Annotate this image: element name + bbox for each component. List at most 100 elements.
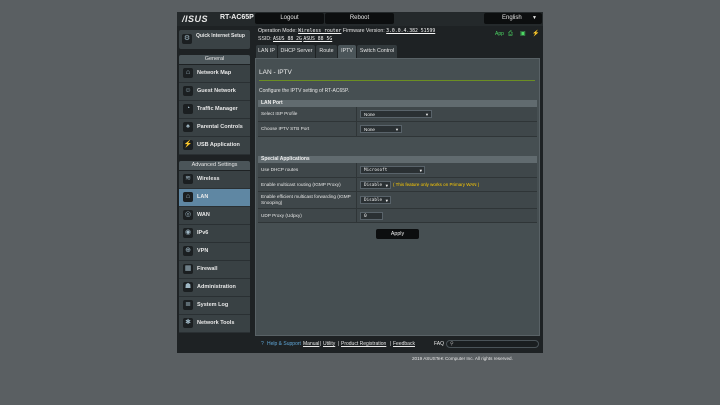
utility-link[interactable]: Utility	[323, 341, 335, 347]
tab-switch-control[interactable]: Switch Control	[357, 45, 397, 58]
efficient-multicast-select[interactable]: Disable ▼	[360, 196, 391, 204]
lan-port-header: LAN Port	[258, 100, 537, 107]
traffic-manager-icon: ◔	[183, 104, 193, 114]
lan-icon: ⌂	[183, 192, 193, 202]
sidebar-item-label: VPN	[197, 248, 209, 254]
stb-port-value: None	[364, 127, 375, 132]
manual-link[interactable]: Manual	[303, 341, 319, 347]
quick-internet-setup-button[interactable]: ⚙ Quick Internet Setup	[179, 30, 250, 49]
ssid-5g-link[interactable]: ASUS_88_5G	[303, 37, 332, 42]
feedback-link[interactable]: Feedback	[393, 341, 415, 347]
wan-icon: ◎	[183, 210, 193, 220]
help-icon: ?	[261, 341, 264, 347]
language-select[interactable]: English ▼	[484, 13, 542, 24]
sidebar-item-firewall[interactable]: ▦ Firewall	[179, 261, 250, 279]
faq-search-input[interactable]: ⚲	[446, 340, 539, 348]
sidebar-item-label: Guest Network	[197, 88, 236, 94]
operation-mode-link[interactable]: Wireless router	[298, 29, 341, 34]
isp-profile-value: None	[364, 112, 375, 117]
sidebar-item-label: USB Application	[197, 142, 240, 148]
operation-mode-label: Operation Mode:	[258, 28, 297, 34]
firewall-icon: ▦	[183, 264, 193, 274]
firmware-link[interactable]: 3.0.0.4.382_51599	[386, 29, 435, 34]
efficient-multicast-row: Enable efficient multicast forwarding (I…	[258, 192, 537, 209]
ssid-line: SSID: ASUS_88_2G ASUS_88_5G	[258, 36, 332, 42]
multicast-row: Enable multicast routing (IGMP Proxy) Di…	[258, 178, 537, 192]
row-divider	[356, 209, 357, 222]
row-divider	[356, 107, 357, 121]
quick-setup-label: Quick Internet Setup	[196, 33, 245, 39]
sidebar-item-network-map[interactable]: ⌂ Network Map	[179, 65, 250, 83]
printer-icon[interactable]: ⎙	[508, 31, 514, 37]
footer-separator: |	[390, 341, 392, 347]
sidebar-item-label: Firewall	[197, 266, 218, 272]
efficient-multicast-value: Disable	[364, 198, 383, 203]
content-panel: LAN - IPTV Configure the IPTV setting of…	[255, 58, 540, 336]
sidebar-item-lan[interactable]: ⌂ LAN	[179, 189, 250, 207]
logout-button[interactable]: Logout	[255, 13, 324, 24]
usb-status-icon[interactable]: ⚡	[532, 31, 539, 37]
apply-button[interactable]: Apply	[376, 229, 419, 239]
isp-profile-row: Select ISP Profile None ▼	[258, 107, 537, 122]
chevron-down-icon: ▼	[385, 198, 388, 203]
ssid-2g-link[interactable]: ASUS_88_2G	[273, 37, 302, 42]
vpn-icon: ⊕	[183, 246, 193, 256]
stb-port-label: Choose IPTV STB Port	[261, 126, 310, 131]
udp-proxy-label: UDP Proxy (Udpxy)	[261, 213, 302, 218]
udp-proxy-row: UDP Proxy (Udpxy) 0	[258, 209, 537, 223]
chevron-down-icon: ▼	[425, 112, 429, 117]
udp-proxy-input[interactable]: 0	[360, 212, 383, 220]
multicast-value: Disable	[364, 183, 383, 188]
footer-bar: ? Help & Support Manual | Utility | Prod…	[255, 339, 540, 350]
system-log-icon: ≣	[183, 300, 193, 310]
product-registration-link[interactable]: Product Registration	[341, 341, 386, 347]
sidebar-item-wan[interactable]: ◎ WAN	[179, 207, 250, 225]
model-name: RT-AC65P	[220, 14, 254, 21]
row-divider	[356, 192, 357, 208]
ssid-label: SSID:	[258, 36, 272, 42]
operation-mode-line: Operation Mode: Wireless router Firmware…	[258, 28, 435, 34]
top-bar: /ISUS RT-AC65P Logout Reboot English ▼	[177, 12, 543, 26]
sidebar-item-administration[interactable]: ☗ Administration	[179, 279, 250, 297]
administration-icon: ☗	[183, 282, 193, 292]
sidebar-item-guest-network[interactable]: ☺ Guest Network	[179, 83, 250, 101]
reboot-button[interactable]: Reboot	[325, 13, 394, 24]
title-divider	[259, 80, 535, 81]
copyright-text: 2019 ASUSTeK Computer Inc. All rights re…	[412, 356, 513, 361]
special-applications-header: Special Applications	[258, 156, 537, 163]
tab-lan-ip[interactable]: LAN IP	[256, 45, 277, 58]
sidebar-item-label: Administration	[197, 284, 236, 290]
tab-dhcp-server[interactable]: DHCP Server	[278, 45, 315, 58]
dhcp-routes-label: Use DHCP routes	[261, 167, 299, 172]
row-divider	[356, 178, 357, 191]
sidebar-item-traffic-manager[interactable]: ◔ Traffic Manager	[179, 101, 250, 119]
isp-profile-select[interactable]: None ▼	[360, 110, 432, 118]
advanced-section-title: Advanced Settings	[179, 161, 250, 170]
dhcp-routes-value: Microsoft	[364, 168, 388, 173]
sidebar-item-wireless[interactable]: ≋ Wireless	[179, 171, 250, 189]
sidebar-item-system-log[interactable]: ≣ System Log	[179, 297, 250, 315]
sidebar-item-label: WAN	[197, 212, 210, 218]
asus-logo: /ISUS	[182, 14, 209, 24]
devices-icon[interactable]: ▣	[520, 31, 526, 37]
dhcp-routes-select[interactable]: Microsoft ▼	[360, 166, 425, 174]
sidebar-item-label: Traffic Manager	[197, 106, 238, 112]
sidebar-item-network-tools[interactable]: ✱ Network Tools	[179, 315, 250, 333]
sidebar-item-ipv6[interactable]: ◉ IPv6	[179, 225, 250, 243]
sidebar-item-parental-controls[interactable]: ♠ Parental Controls	[179, 119, 250, 137]
help-support-label: Help & Support	[267, 341, 301, 347]
multicast-select[interactable]: Disable ▼	[360, 181, 391, 189]
dhcp-routes-row: Use DHCP routes Microsoft ▼	[258, 163, 537, 178]
tab-route[interactable]: Route	[316, 45, 337, 58]
tab-iptv[interactable]: IPTV	[338, 45, 356, 58]
wireless-icon: ≋	[183, 174, 193, 184]
sidebar-item-usb-application[interactable]: ⚡ USB Application	[179, 137, 250, 155]
efficient-multicast-label-2: Snooping)	[261, 200, 283, 205]
multicast-label: Enable multicast routing (IGMP Proxy)	[261, 182, 341, 187]
stb-port-select[interactable]: None ▼	[360, 125, 402, 133]
language-label: English	[502, 15, 522, 21]
sidebar-item-label: Network Tools	[197, 320, 235, 326]
app-link[interactable]: App	[495, 31, 504, 37]
sidebar-item-vpn[interactable]: ⊕ VPN	[179, 243, 250, 261]
sidebar-item-label: IPv6	[197, 230, 209, 236]
